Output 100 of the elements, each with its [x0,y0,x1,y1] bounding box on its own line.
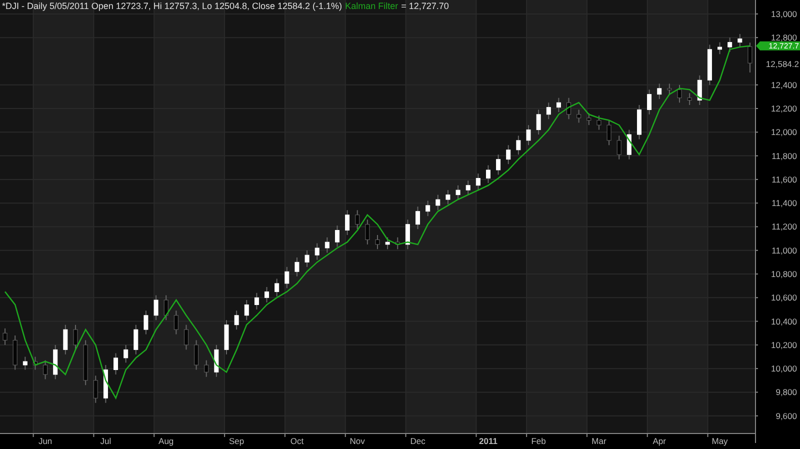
candlestick [626,129,632,160]
candlestick [264,286,270,303]
candlestick [677,84,682,104]
candlestick [526,124,531,146]
candlestick [466,180,470,196]
y-axis-label: 11,000 [772,245,797,256]
candlestick [93,375,98,404]
candlestick [334,225,340,248]
candlestick [426,200,430,217]
candlestick [636,104,642,140]
x-axis-label: 2011 [479,436,498,446]
candlestick [43,360,48,380]
candlestick [657,83,662,100]
candlestick [566,97,572,120]
candlestick [164,294,168,321]
candlestick [456,184,460,200]
candlestick [184,324,188,350]
candlestick [596,115,602,130]
x-axis-label: Oct [290,436,304,446]
candlestick [496,154,501,176]
y-axis-label: 12,800 [771,32,797,43]
y-axis-label: 11,600 [772,174,797,184]
candlestick [12,334,18,370]
y-axis-label: 11,200 [772,222,797,232]
x-axis-label: Sep [229,436,244,446]
candlestick [53,344,58,380]
x-axis-label: Apr [652,436,666,446]
candlestick [647,89,652,115]
y-axis-label: 10,200 [771,340,797,350]
candlestick [385,236,390,250]
candlestick [214,344,219,378]
y-axis-label: 12,000 [771,127,797,138]
candlestick [314,242,320,260]
candlestick [154,294,158,321]
candlestick [616,135,622,160]
y-axis-label: 12,200 [771,104,797,114]
y-axis-label: 13,000 [771,8,797,19]
candlestick [73,324,78,350]
x-axis-label: Feb [531,436,546,446]
y-axis-label: 10,000 [771,364,797,374]
candlestick [204,360,209,378]
candlestick [234,310,239,330]
x-axis-label: Jun [38,436,52,446]
candlestick [224,320,229,355]
candlestick [304,250,310,268]
indicator-value: = 12,727.70 [401,1,449,12]
candlestick [697,74,702,106]
candlestick [83,340,88,386]
y-axis-label: 12,400 [771,80,797,90]
candlestick [748,42,752,73]
candlestick [194,340,199,370]
y-axis-label: 10,800 [771,269,797,279]
candlestick [284,266,290,289]
candlestick [546,102,551,120]
y-axis-label: 9,600 [776,410,797,421]
x-axis-label: Aug [158,436,174,446]
y-axis-label: 10,600 [771,292,797,303]
candlestick [446,190,450,205]
y-axis-label: 11,400 [772,198,797,208]
candlestick [728,37,732,52]
x-axis-label: Mar [592,436,606,446]
candlestick [416,206,420,230]
candlestick [556,97,561,113]
candlestick [375,234,380,250]
y-axis-label: 10,400 [771,316,797,326]
candlestick [405,219,410,250]
candlestick [324,236,330,254]
candlestick [22,356,28,370]
candlestick [476,173,480,191]
y-axis-label: 9,800 [776,387,797,398]
candlestick [667,83,672,95]
candlestick [576,109,582,124]
candlestick [586,112,592,126]
candlestick [486,164,490,184]
x-axis-label: May [712,436,728,446]
candlestick [144,310,148,335]
x-axis-label: Dec [410,436,426,446]
candlestick [114,352,118,375]
x-axis-label: Jul [100,436,112,446]
candlestick [516,135,521,156]
candlestick [718,42,722,55]
y-axis-label: 11,800 [772,150,797,161]
candlestick [124,344,128,364]
x-axis-label: Nov [350,436,365,446]
candlestick [174,310,178,335]
candlestick [707,44,712,86]
candlestick [244,300,249,321]
candlestick [506,144,511,165]
candlestick [63,324,68,355]
candlestick [294,256,300,277]
candlestick [254,292,259,310]
candlestick [738,34,742,48]
close-price-label: 12,584.2 [766,59,799,70]
candlestick [274,278,280,297]
candlestick [134,324,138,355]
candlestick [536,109,541,136]
candlestick [606,120,612,146]
candlestick [103,364,108,404]
candlestick [345,210,350,236]
candlestick [32,356,38,370]
